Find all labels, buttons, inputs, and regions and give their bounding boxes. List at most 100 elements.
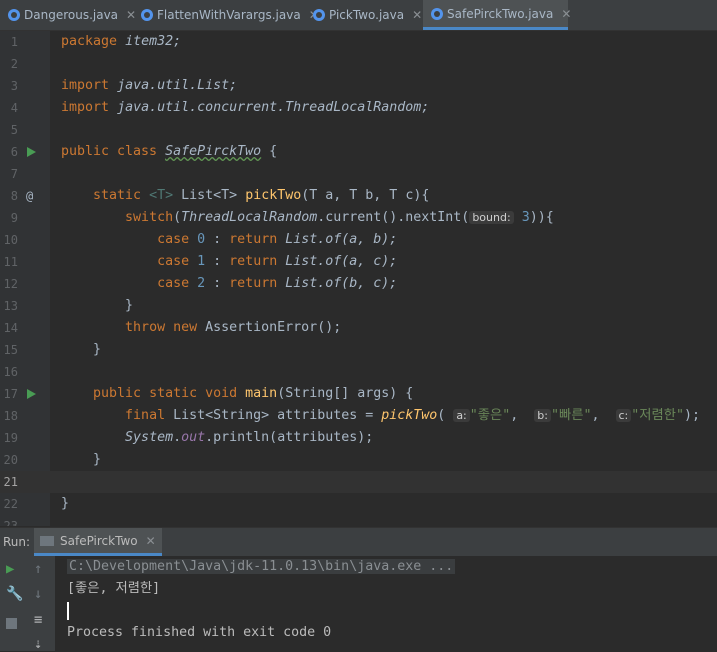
up-arrow-icon[interactable]: ↑	[34, 561, 42, 577]
keyword: return	[229, 232, 278, 247]
method-name: main	[245, 386, 278, 401]
run-console[interactable]: C:\Development\Java\jdk-11.0.13\bin\java…	[55, 556, 717, 651]
stop-icon[interactable]	[6, 618, 17, 629]
scroll-to-end-icon[interactable]: ⇣	[34, 636, 42, 652]
keyword: throw new	[125, 320, 198, 335]
keyword: import	[61, 100, 110, 115]
punct: );	[683, 408, 700, 423]
run-icon[interactable]	[27, 147, 36, 157]
override-icon[interactable]: @	[26, 185, 33, 207]
method-name: pickTwo	[245, 188, 302, 203]
close-icon[interactable]: ✕	[412, 8, 422, 22]
code-editor[interactable]: 1 package item32; 2 3 import java.util.L…	[0, 31, 717, 526]
command-line[interactable]: C:\Development\Java\jdk-11.0.13\bin\java…	[67, 559, 456, 574]
tab-safepircktwo-java[interactable]: SafePirckTwo.java ✕	[423, 0, 571, 30]
code-line[interactable]: 4 import java.util.concurrent.ThreadLoca…	[0, 97, 717, 119]
close-icon[interactable]: ✕	[146, 534, 156, 548]
keyword: import	[61, 78, 110, 93]
keyword: public static void	[93, 386, 238, 401]
run-toolbar: ▶ ↑ 🔧 ↓ ≡ ⇣	[0, 556, 55, 652]
code-line[interactable]: 6 public class SafePirckTwo {	[0, 141, 717, 163]
line-number: 17	[3, 387, 18, 401]
tab-label: SafePirckTwo.java	[447, 6, 554, 21]
down-arrow-icon[interactable]: ↓	[34, 586, 42, 602]
punct: )){	[529, 210, 554, 225]
punct: :	[205, 276, 230, 291]
line-number: 8	[10, 189, 18, 203]
call: .current().nextInt(	[317, 210, 470, 225]
line-number: 14	[3, 321, 18, 335]
line-number: 19	[3, 431, 18, 445]
line-number: 1	[10, 35, 18, 49]
params: (T a, T b, T c){	[301, 188, 430, 203]
param-hint: b:	[534, 409, 551, 422]
java-class-icon	[313, 9, 325, 21]
call: List.of(a, c);	[277, 254, 398, 269]
tab-dangerous-java[interactable]: Dangerous.java ✕	[0, 0, 136, 30]
soft-wrap-icon[interactable]: ≡	[34, 612, 42, 628]
java-class-icon	[8, 9, 20, 21]
var: attributes =	[269, 408, 382, 423]
text-cursor	[67, 602, 69, 620]
code-line[interactable]: 12 case 2 : return List.of(b, c);	[0, 273, 717, 295]
code-line[interactable]: 5	[0, 119, 717, 141]
rerun-icon[interactable]: ▶	[6, 561, 14, 577]
code-line[interactable]: 16	[0, 361, 717, 383]
line-number: 23	[3, 519, 18, 526]
console-line: [좋은, 저렴한]	[67, 581, 161, 596]
keyword: return	[229, 276, 278, 291]
param-hint: a:	[453, 409, 470, 422]
keyword: case	[157, 232, 190, 247]
run-tool-window-header: Run: SafePirckTwo ✕	[0, 527, 717, 557]
line-number: 20	[3, 453, 18, 467]
code-line[interactable]: 17 public static void main(String[] args…	[0, 383, 717, 405]
code-line[interactable]: 13 }	[0, 295, 717, 317]
console-line: C:\Development\Java\jdk-11.0.13\bin\java…	[67, 556, 456, 578]
line-number: 11	[3, 255, 18, 269]
package-name: item32;	[125, 34, 182, 49]
console-icon	[40, 535, 54, 546]
tab-flattenwithvarargs-java[interactable]: FlattenWithVarargs.java ✕	[133, 0, 319, 30]
code-line[interactable]: 19 System.out.println(attributes);	[0, 427, 717, 449]
keyword: final	[125, 408, 166, 423]
code-line[interactable]: 18 final List<String> attributes = pickT…	[0, 405, 717, 427]
wrench-icon[interactable]: 🔧	[6, 586, 23, 602]
line-number: 13	[3, 299, 18, 313]
keyword: case	[157, 254, 190, 269]
line-number: 10	[3, 233, 18, 247]
run-tab-safepircktwo[interactable]: SafePirckTwo ✕	[34, 528, 162, 556]
brace: }	[61, 496, 70, 511]
code-line[interactable]: 3 import java.util.List;	[0, 75, 717, 97]
code-line[interactable]: 1 package item32;	[0, 31, 717, 53]
line-number: 12	[3, 277, 18, 291]
line-number: 6	[10, 145, 18, 159]
line-number: 3	[10, 79, 18, 93]
return-type: List<T>	[181, 188, 238, 203]
tab-picktwo-java[interactable]: PickTwo.java ✕	[305, 0, 423, 30]
line-number: 2	[10, 57, 18, 71]
code-line[interactable]: 22 }	[0, 493, 717, 515]
code-line-current[interactable]: 21	[0, 471, 717, 493]
code-line[interactable]: 14 throw new AssertionError();	[0, 317, 717, 339]
line-number: 15	[3, 343, 18, 357]
code-line[interactable]: 20 }	[0, 449, 717, 471]
code-line[interactable]: 7	[0, 163, 717, 185]
code-line[interactable]: 9 switch(ThreadLocalRandom.current().nex…	[0, 207, 717, 229]
class-ref: System	[125, 430, 174, 445]
code-line[interactable]: 2	[0, 53, 717, 75]
run-label: Run:	[3, 535, 31, 549]
keyword: return	[229, 254, 278, 269]
line-number: 16	[3, 365, 18, 379]
code-line[interactable]: 15 }	[0, 339, 717, 361]
run-icon[interactable]	[27, 389, 36, 399]
code-line[interactable]: 11 case 1 : return List.of(a, c);	[0, 251, 717, 273]
field: out	[181, 430, 206, 445]
code-line[interactable]: 8 @ static <T> List<T> pickTwo(T a, T b,…	[0, 185, 717, 207]
line-number: 18	[3, 409, 18, 423]
param-hint: bound:	[469, 211, 514, 224]
keyword: static	[93, 188, 142, 203]
code-line[interactable]: 23	[0, 515, 717, 526]
close-icon[interactable]: ✕	[561, 7, 571, 21]
code-line[interactable]: 10 case 0 : return List.of(a, b);	[0, 229, 717, 251]
console-line: Process finished with exit code 0	[67, 625, 332, 640]
